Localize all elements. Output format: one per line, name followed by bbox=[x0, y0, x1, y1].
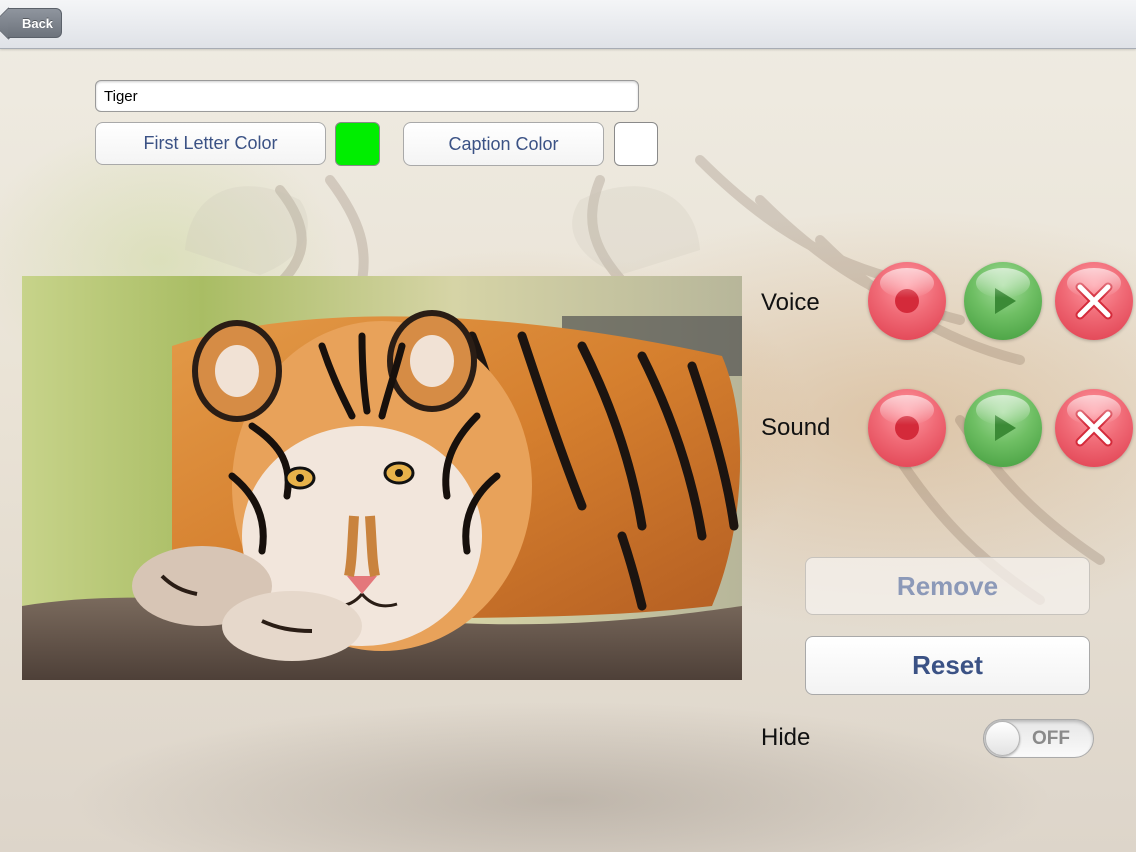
remove-button-label: Remove bbox=[896, 570, 999, 601]
toggle-state-text: OFF bbox=[1032, 728, 1070, 749]
tiger-photo[interactable] bbox=[22, 276, 742, 680]
caption-color-swatch[interactable] bbox=[614, 122, 658, 166]
reset-button-label: Reset bbox=[912, 650, 983, 680]
first-letter-color-button[interactable]: First Letter Color bbox=[95, 122, 326, 165]
voice-delete-button[interactable] bbox=[1055, 262, 1133, 340]
sound-record-button[interactable] bbox=[868, 389, 946, 467]
hide-label: Hide bbox=[761, 724, 811, 751]
remove-button[interactable]: Remove bbox=[805, 557, 1090, 615]
sound-play-button[interactable] bbox=[964, 389, 1042, 467]
back-button-label: Back bbox=[21, 15, 54, 31]
hide-toggle-switch[interactable]: OFF bbox=[983, 719, 1094, 758]
voice-label: Voice bbox=[761, 289, 820, 316]
caption-name-input[interactable] bbox=[95, 80, 639, 112]
voice-play-button[interactable] bbox=[964, 262, 1042, 340]
first-letter-color-label: First Letter Color bbox=[143, 133, 278, 153]
toggle-knob[interactable] bbox=[985, 721, 1020, 756]
first-letter-color-swatch[interactable] bbox=[335, 122, 380, 166]
back-button[interactable]: Back bbox=[8, 8, 62, 38]
caption-color-button[interactable]: Caption Color bbox=[403, 122, 604, 166]
sound-label: Sound bbox=[761, 414, 831, 441]
navigation-bar: Back bbox=[0, 0, 1136, 49]
caption-color-label: Caption Color bbox=[448, 133, 559, 154]
voice-record-button[interactable] bbox=[868, 262, 946, 340]
sound-delete-button[interactable] bbox=[1055, 389, 1133, 467]
reset-button[interactable]: Reset bbox=[805, 636, 1090, 695]
